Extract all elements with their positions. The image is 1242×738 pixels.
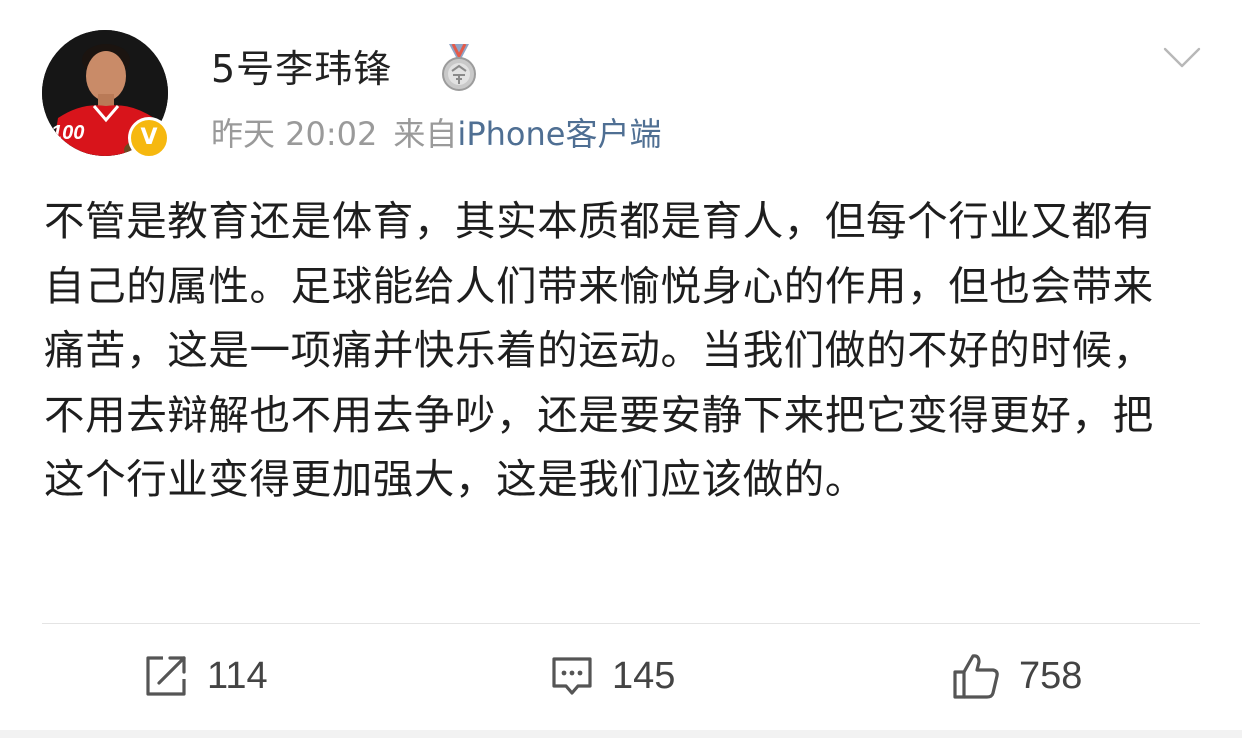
like-button[interactable]: 758: [951, 650, 1082, 702]
user-name[interactable]: 5号李玮锋: [211, 44, 392, 94]
comment-button[interactable]: 145: [550, 650, 675, 702]
weibo-post: 100 V 5号李玮锋 昨天 20:02 来自iPhone客户端 不管是教育还是体…: [0, 0, 1242, 738]
medal-icon[interactable]: [438, 44, 480, 92]
client-link[interactable]: iPhone客户端: [457, 115, 661, 153]
divider: [42, 623, 1200, 624]
like-count: 758: [1019, 655, 1083, 697]
bottom-separator: [0, 730, 1242, 738]
thumbs-up-icon: [953, 654, 999, 699]
repost-icon: [146, 656, 186, 696]
repost-button[interactable]: 114: [143, 650, 268, 702]
verified-badge-icon: V: [128, 117, 170, 159]
comment-count: 145: [612, 655, 676, 697]
source-prefix: 来自: [393, 115, 458, 153]
post-content: 不管是教育还是体育，其实本质都是育人，但每个行业又都有自己的属性。足球能给人们带…: [44, 197, 1154, 503]
repost-count: 114: [207, 655, 268, 697]
jersey-number: 100: [51, 122, 85, 144]
post-time: 昨天 20:02: [211, 115, 378, 153]
post-meta: 昨天 20:02 来自iPhone客户端: [211, 112, 661, 156]
comment-icon: [552, 657, 592, 695]
chevron-down-icon[interactable]: [1163, 46, 1201, 70]
